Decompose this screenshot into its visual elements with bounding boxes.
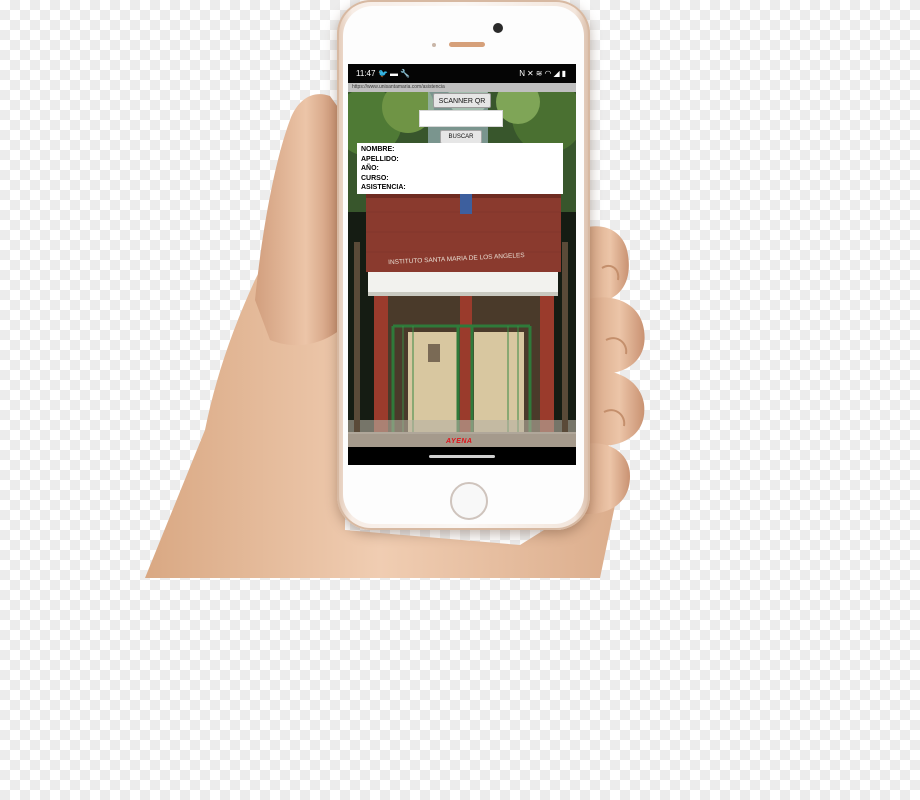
app-content: INSTITUTO SANTA MARIA DE LOS ANGELES SCA…: [348, 92, 576, 447]
field-asistencia-label: ASISTENCIA:: [361, 184, 406, 192]
earpiece-speaker: [449, 42, 485, 47]
status-bar: 11:47 🐦▬🔧 N✕≋◠◢▮: [348, 64, 576, 83]
search-button[interactable]: BUSCAR: [440, 130, 482, 144]
home-button[interactable]: [450, 482, 488, 520]
address-bar[interactable]: https://www.unisantamaria.com/asistencia: [348, 83, 576, 92]
status-system-icons: N✕≋◠◢▮: [519, 64, 568, 83]
mute-icon: ✕: [527, 69, 536, 78]
nfc-icon: N: [519, 69, 528, 78]
twitter-icon: 🐦: [378, 69, 390, 78]
front-camera: [493, 23, 503, 33]
battery-icon: ▮: [561, 69, 568, 78]
field-ano-label: AÑO:: [361, 165, 379, 173]
scan-qr-button[interactable]: SCANNER QR: [433, 93, 491, 108]
proximity-sensor: [432, 43, 436, 47]
signal-icon: ◢: [553, 69, 562, 78]
field-nombre-label: NOMBRE:: [361, 146, 395, 153]
home-gesture-handle[interactable]: [429, 455, 495, 458]
phone-screen: 11:47 🐦▬🔧 N✕≋◠◢▮ https://www.unisantamar…: [348, 64, 576, 465]
status-time: 11:47: [356, 69, 376, 78]
field-apellido-label: APELLIDO:: [361, 155, 399, 163]
message-icon: ▬: [389, 69, 400, 78]
footer-brand: AYENA: [446, 438, 473, 445]
student-info-panel: NOMBRE: APELLIDO: AÑO: CURSO: ASISTENCIA…: [357, 143, 563, 194]
wrench-icon: 🔧: [399, 69, 412, 78]
code-input[interactable]: [419, 110, 503, 127]
field-curso-label: CURSO:: [361, 174, 389, 182]
gesture-navigation-bar: [348, 447, 576, 465]
status-notification-icons: 🐦▬🔧: [378, 64, 412, 83]
